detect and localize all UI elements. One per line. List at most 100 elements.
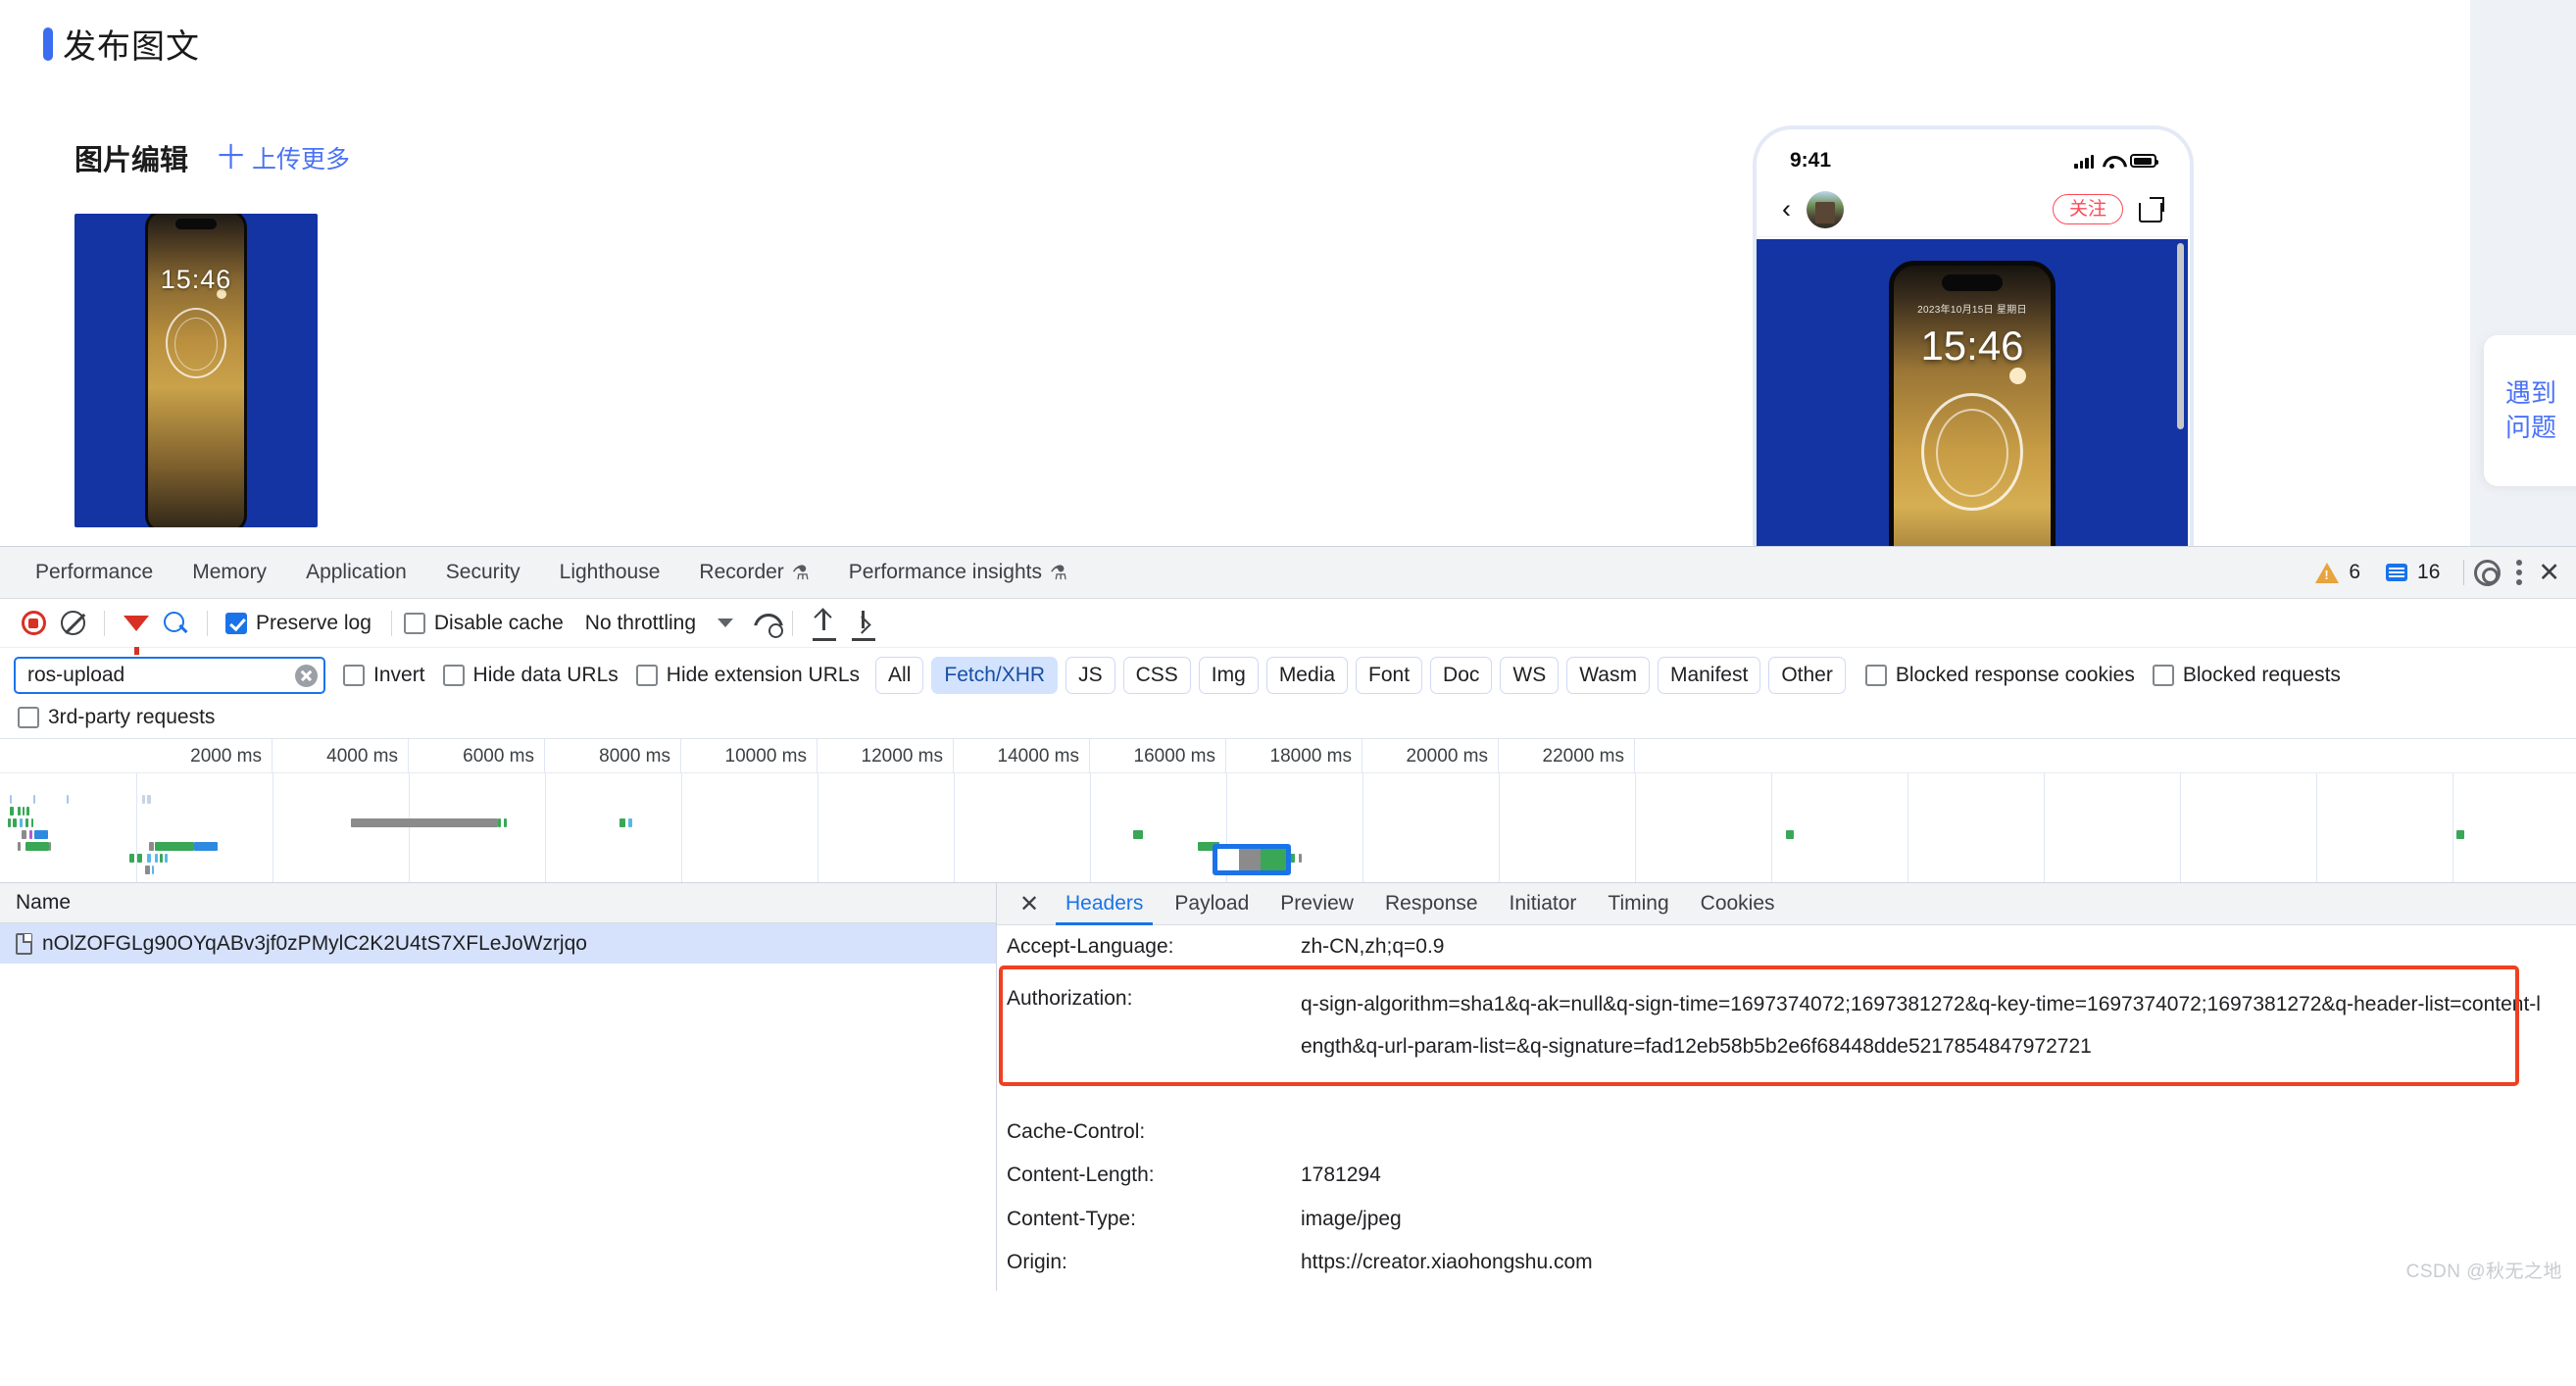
header-row-authorization: Authorization: q-sign-algorithm=sha1&q-a… — [997, 969, 2576, 1103]
blocked-response-cookies-checkbox[interactable]: Blocked response cookies — [1864, 664, 2135, 687]
third-party-requests-checkbox[interactable]: 3rd-party requests — [18, 706, 215, 729]
filter-toggle-icon[interactable] — [117, 604, 156, 655]
clear-button[interactable] — [53, 604, 92, 643]
export-har-button[interactable] — [844, 604, 883, 643]
blocked-requests-label: Blocked requests — [2182, 664, 2341, 686]
section-title: 图片编辑 — [74, 145, 189, 176]
hide-data-urls-label: Hide data URLs — [472, 664, 619, 686]
throttling-select[interactable]: No throttling — [585, 612, 696, 635]
devtools-tabbar-right: 6 16 ✕ — [2302, 558, 2576, 588]
tab-response[interactable]: Response — [1369, 883, 1494, 925]
tab-lighthouse[interactable]: Lighthouse — [540, 547, 680, 599]
preview-scrollbar[interactable] — [2177, 243, 2184, 429]
tab-preview[interactable]: Preview — [1264, 883, 1369, 925]
share-icon[interactable] — [2139, 196, 2164, 223]
preview-sun-dot — [2009, 368, 2026, 384]
chip-ws[interactable]: WS — [1500, 656, 1560, 695]
name-column-header[interactable]: Name — [0, 883, 996, 923]
invert-label: Invert — [373, 664, 425, 686]
more-options-icon[interactable] — [2516, 560, 2523, 585]
tab-payload[interactable]: Payload — [1159, 883, 1264, 925]
detail-scrollbar[interactable] — [2566, 925, 2576, 1291]
warning-count: 6 — [2349, 561, 2361, 583]
network-conditions-icon[interactable] — [753, 612, 784, 638]
network-overview[interactable] — [0, 773, 2576, 883]
clear-filter-icon[interactable] — [295, 664, 318, 687]
disable-cache-checkbox[interactable]: Disable cache — [403, 612, 564, 635]
network-filter-row: Invert Hide data URLs Hide extension URL… — [0, 648, 2576, 697]
chip-css[interactable]: CSS — [1122, 656, 1191, 695]
tab-memory[interactable]: Memory — [173, 547, 286, 599]
tab-initiator[interactable]: Initiator — [1494, 883, 1593, 925]
chip-all[interactable]: All — [875, 656, 924, 695]
ruler-tick: 2000 ms — [0, 739, 272, 774]
upload-more-button[interactable]: 十 上传更多 — [218, 140, 350, 175]
import-har-button[interactable] — [805, 604, 844, 643]
header-value[interactable]: zh-CN,zh;q=0.9 — [1301, 931, 2576, 964]
network-lists: Name nOlZOFGLg90OYqABv3jf0zPMylC2K2U4tS7… — [0, 883, 2576, 1291]
search-icon[interactable] — [156, 604, 195, 643]
ruler-tick: 10000 ms — [681, 739, 817, 774]
follow-button[interactable]: 关注 — [2052, 194, 2123, 224]
header-value[interactable]: q-sign-algorithm=sha1&q-ak=null&q-sign-t… — [1301, 983, 2576, 1067]
chip-font[interactable]: Font — [1356, 656, 1423, 695]
tab-cookies[interactable]: Cookies — [1685, 883, 1791, 925]
tab-timing[interactable]: Timing — [1592, 883, 1684, 925]
tab-label: Performance insights — [848, 561, 1042, 583]
record-button[interactable] — [14, 604, 53, 643]
hide-data-urls-checkbox[interactable]: Hide data URLs — [442, 664, 619, 687]
thumbnail-ring-inner — [174, 318, 218, 371]
help-feedback-tab[interactable]: 遇到 问题 — [2484, 335, 2576, 486]
chip-manifest[interactable]: Manifest — [1657, 656, 1761, 695]
header-value[interactable]: 1781294 — [1301, 1160, 2576, 1192]
chip-img[interactable]: Img — [1198, 656, 1259, 695]
image-thumbnail[interactable]: 15:46 — [74, 214, 318, 527]
preview-nav-bar: ‹ 关注 — [1757, 182, 2190, 237]
filter-input-wrapper[interactable] — [14, 657, 325, 694]
detail-tab-bar: ✕ Headers Payload Preview Response Initi… — [997, 883, 2576, 925]
chip-js[interactable]: JS — [1065, 656, 1115, 695]
chip-doc[interactable]: Doc — [1430, 656, 1493, 695]
header-key: Content-Type: — [1007, 1207, 1136, 1230]
chevron-down-icon[interactable] — [718, 619, 734, 627]
tab-application[interactable]: Application — [286, 547, 426, 599]
checkbox-box — [442, 665, 465, 686]
request-name: nOlZOFGLg90OYqABv3jf0zPMylC2K2U4tS7XFLeJ… — [42, 931, 587, 955]
ruler-tick: 12000 ms — [817, 739, 954, 774]
chip-fetch-xhr[interactable]: Fetch/XHR — [931, 656, 1059, 695]
warning-count-button[interactable]: 6 16 — [2302, 561, 2453, 584]
chip-media[interactable]: Media — [1265, 656, 1349, 695]
tab-headers[interactable]: Headers — [1050, 883, 1159, 925]
tab-security[interactable]: Security — [426, 547, 540, 599]
back-chevron-icon[interactable]: ‹ — [1782, 196, 1791, 223]
invert-checkbox[interactable]: Invert — [343, 664, 425, 687]
checkbox-box — [225, 612, 247, 634]
preserve-log-checkbox[interactable]: Preserve log — [225, 612, 372, 635]
tab-performance[interactable]: Performance — [16, 547, 173, 599]
ruler-tick: 8000 ms — [545, 739, 681, 774]
overview-selection-window[interactable] — [1213, 844, 1291, 875]
blocked-requests-checkbox[interactable]: Blocked requests — [2152, 664, 2341, 687]
close-detail-icon[interactable]: ✕ — [1009, 883, 1050, 925]
gear-icon[interactable] — [2474, 559, 2502, 586]
ruler-tick: 14000 ms — [954, 739, 1090, 774]
upload-more-label: 上传更多 — [252, 146, 351, 173]
toolbar-divider — [207, 610, 208, 636]
close-icon[interactable]: ✕ — [2538, 558, 2566, 588]
help-tab-line1: 遇到 — [2505, 377, 2557, 408]
chip-other[interactable]: Other — [1768, 656, 1846, 695]
network-toolbar: Preserve log Disable cache No throttling — [0, 599, 2576, 655]
warning-triangle-icon — [2315, 562, 2340, 583]
header-row: Origin: https://creator.xiaohongshu.com — [997, 1241, 2576, 1285]
tab-performance-insights[interactable]: Performance insights ⚗ — [829, 547, 1087, 599]
hide-extension-urls-checkbox[interactable]: Hide extension URLs — [635, 664, 860, 687]
header-value[interactable]: image/jpeg — [1301, 1204, 2576, 1236]
image-edit-section-header: 图片编辑 十 上传更多 — [74, 137, 350, 178]
chip-wasm[interactable]: Wasm — [1566, 656, 1650, 695]
header-value[interactable]: https://creator.xiaohongshu.com — [1301, 1247, 2576, 1279]
signal-icon — [2074, 154, 2094, 169]
tab-recorder[interactable]: Recorder ⚗ — [679, 547, 828, 599]
table-row[interactable]: nOlZOFGLg90OYqABv3jf0zPMylC2K2U4tS7XFLeJ… — [0, 923, 996, 964]
toolbar-divider — [104, 610, 105, 636]
filter-input[interactable] — [25, 663, 295, 688]
